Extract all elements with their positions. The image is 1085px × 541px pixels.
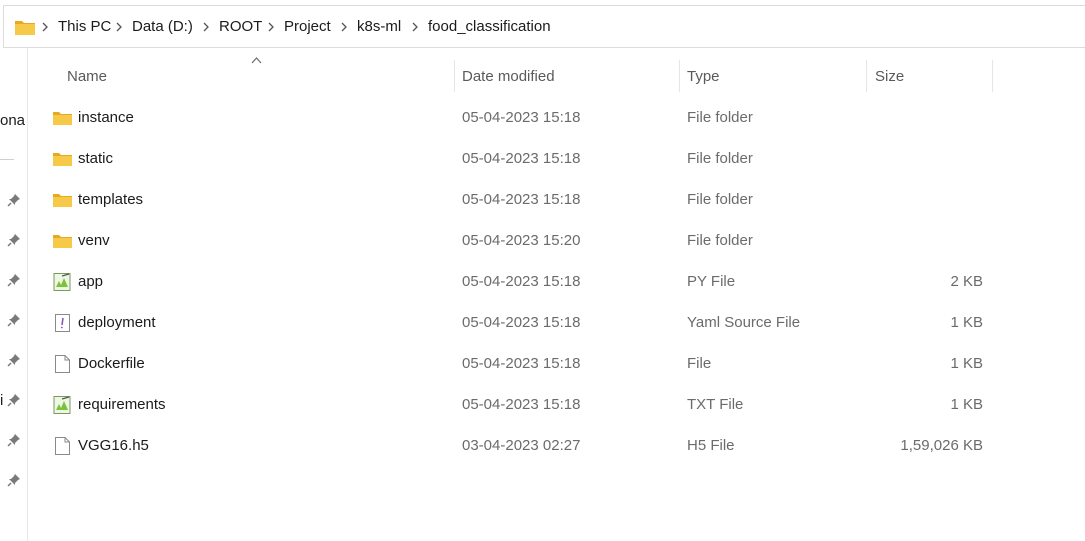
chevron-right-icon[interactable] (203, 18, 210, 32)
chevron-right-icon[interactable] (412, 18, 419, 32)
pin-icon[interactable] (7, 233, 21, 247)
pin-icon[interactable] (7, 473, 21, 487)
blank-file-icon (55, 437, 70, 455)
file-size: 2 KB (950, 273, 983, 290)
chevron-right-icon[interactable] (268, 18, 275, 32)
pin-icon[interactable] (7, 353, 21, 367)
folder-icon (53, 194, 72, 207)
file-date-modified: 05-04-2023 15:18 (462, 396, 581, 413)
yaml-file-icon (55, 314, 70, 332)
breadcrumb-project[interactable]: Project (284, 18, 331, 36)
column-header-name[interactable]: Name (67, 68, 107, 85)
breadcrumb-k8s-ml[interactable]: k8s-ml (357, 18, 401, 36)
file-type: File (687, 355, 712, 372)
notepadpp-file-icon (53, 396, 71, 414)
file-row[interactable]: instance 05-04-2023 15:18 File folder (45, 98, 1045, 139)
nav-item-label-fragment[interactable]: ona (0, 112, 25, 129)
file-row[interactable]: requirements 05-04-2023 15:18 TXT File 1… (45, 385, 1045, 426)
file-row[interactable]: Dockerfile 05-04-2023 15:18 File 1 KB (45, 344, 1045, 385)
folder-icon (53, 153, 72, 166)
file-type: Yaml Source File (687, 314, 801, 331)
file-type: File folder (687, 191, 753, 208)
file-row[interactable]: templates 05-04-2023 15:18 File folder (45, 180, 1045, 221)
file-row[interactable]: deployment 05-04-2023 15:18 Yaml Source … (45, 303, 1045, 344)
chevron-right-icon[interactable] (42, 18, 49, 32)
file-name[interactable]: requirements (78, 396, 166, 413)
file-name[interactable]: venv (78, 232, 110, 249)
file-type: TXT File (687, 396, 744, 413)
file-name[interactable]: VGG16.h5 (78, 437, 149, 454)
breadcrumb-data-drive[interactable]: Data (D:) (132, 18, 193, 36)
file-row[interactable]: app 05-04-2023 15:18 PY File 2 KB (45, 262, 1045, 303)
folder-icon (53, 112, 72, 125)
pin-icon[interactable] (7, 433, 21, 447)
pin-icon[interactable] (7, 193, 21, 207)
column-header-type[interactable]: Type (687, 68, 720, 85)
pin-icon[interactable] (7, 273, 21, 287)
file-size: 1 KB (950, 355, 983, 372)
file-row[interactable]: venv 05-04-2023 15:20 File folder (45, 221, 1045, 262)
file-row[interactable]: static 05-04-2023 15:18 File folder (45, 139, 1045, 180)
pin-icon[interactable] (7, 313, 21, 327)
file-size: 1,59,026 KB (900, 437, 983, 454)
column-header-date-modified[interactable]: Date modified (462, 68, 555, 85)
file-name[interactable]: instance (78, 109, 134, 126)
file-date-modified: 05-04-2023 15:20 (462, 232, 581, 249)
file-size: 1 KB (950, 396, 983, 413)
chevron-right-icon[interactable] (116, 18, 123, 32)
file-name[interactable]: static (78, 150, 113, 167)
file-type: PY File (687, 273, 736, 290)
file-row[interactable]: VGG16.h5 03-04-2023 02:27 H5 File 1,59,0… (45, 426, 1045, 467)
file-date-modified: 05-04-2023 15:18 (462, 109, 581, 126)
nav-item-label-fragment[interactable]: i (0, 392, 3, 409)
breadcrumb-this-pc[interactable]: This PC (58, 18, 111, 36)
file-name[interactable]: deployment (78, 314, 156, 331)
file-size: 1 KB (950, 314, 983, 331)
folder-icon (53, 235, 72, 248)
column-divider[interactable] (866, 60, 867, 92)
notepadpp-file-icon (53, 273, 71, 291)
column-divider[interactable] (454, 60, 455, 92)
file-name[interactable]: templates (78, 191, 143, 208)
pin-icon[interactable] (7, 393, 21, 407)
address-bar[interactable]: This PC Data (D:) ROOT Project k8s-ml fo… (3, 5, 1085, 48)
file-date-modified: 03-04-2023 02:27 (462, 437, 581, 454)
column-divider[interactable] (679, 60, 680, 92)
column-header-size[interactable]: Size (875, 68, 904, 85)
file-date-modified: 05-04-2023 15:18 (462, 355, 581, 372)
breadcrumb-food-classification[interactable]: food_classification (428, 18, 551, 36)
folder-icon (15, 21, 35, 35)
file-date-modified: 05-04-2023 15:18 (462, 150, 581, 167)
file-type: File folder (687, 232, 753, 249)
file-type: H5 File (687, 437, 735, 454)
chevron-right-icon[interactable] (341, 18, 348, 32)
nav-divider (0, 159, 14, 160)
file-name[interactable]: Dockerfile (78, 355, 145, 372)
file-type: File folder (687, 150, 753, 167)
breadcrumb-root[interactable]: ROOT (219, 18, 262, 36)
file-date-modified: 05-04-2023 15:18 (462, 191, 581, 208)
sort-ascending-icon (251, 57, 262, 64)
file-type: File folder (687, 109, 753, 126)
blank-file-icon (55, 355, 70, 373)
file-date-modified: 05-04-2023 15:18 (462, 314, 581, 331)
column-divider[interactable] (992, 60, 993, 92)
file-name[interactable]: app (78, 273, 103, 290)
file-date-modified: 05-04-2023 15:18 (462, 273, 581, 290)
